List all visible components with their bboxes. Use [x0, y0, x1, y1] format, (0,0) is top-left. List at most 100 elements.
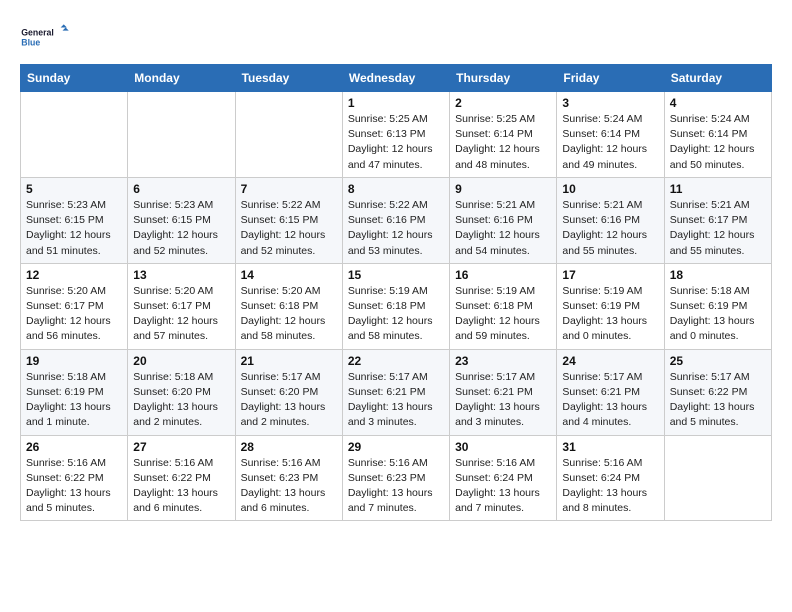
- day-info: Sunrise: 5:16 AM Sunset: 6:24 PM Dayligh…: [562, 456, 658, 517]
- day-number: 15: [348, 268, 444, 282]
- calendar-week-row: 19 Sunrise: 5:18 AM Sunset: 6:19 PM Dayli…: [21, 349, 772, 435]
- column-header-saturday: Saturday: [664, 65, 771, 92]
- day-number: 24: [562, 354, 658, 368]
- day-number: 23: [455, 354, 551, 368]
- day-info: Sunrise: 5:16 AM Sunset: 6:24 PM Dayligh…: [455, 456, 551, 517]
- day-number: 29: [348, 440, 444, 454]
- day-info: Sunrise: 5:22 AM Sunset: 6:15 PM Dayligh…: [241, 198, 337, 259]
- page-header: General Blue: [20, 20, 772, 60]
- calendar-cell: 30 Sunrise: 5:16 AM Sunset: 6:24 PM Dayli…: [450, 435, 557, 521]
- calendar-cell: 10Sunrise: 5:21 AM Sunset: 6:16 PM Dayli…: [557, 177, 664, 263]
- day-number: 20: [133, 354, 229, 368]
- calendar-cell: 1Sunrise: 5:25 AM Sunset: 6:13 PM Daylig…: [342, 92, 449, 178]
- calendar-cell: 21 Sunrise: 5:17 AM Sunset: 6:20 PM Dayli…: [235, 349, 342, 435]
- calendar-cell: 26 Sunrise: 5:16 AM Sunset: 6:22 PM Dayli…: [21, 435, 128, 521]
- calendar-cell: [21, 92, 128, 178]
- calendar-cell: 3 Sunrise: 5:24 AM Sunset: 6:14 PM Daylig…: [557, 92, 664, 178]
- day-info: Sunrise: 5:16 AM Sunset: 6:22 PM Dayligh…: [133, 456, 229, 517]
- day-info: Sunrise: 5:16 AM Sunset: 6:22 PM Dayligh…: [26, 456, 122, 517]
- day-info: Sunrise: 5:18 AM Sunset: 6:20 PM Dayligh…: [133, 370, 229, 431]
- column-header-tuesday: Tuesday: [235, 65, 342, 92]
- calendar-cell: 9 Sunrise: 5:21 AM Sunset: 6:16 PM Daylig…: [450, 177, 557, 263]
- day-number: 19: [26, 354, 122, 368]
- day-number: 8: [348, 182, 444, 196]
- day-info: Sunrise: 5:19 AM Sunset: 6:19 PM Dayligh…: [562, 284, 658, 345]
- calendar-cell: 20 Sunrise: 5:18 AM Sunset: 6:20 PM Dayli…: [128, 349, 235, 435]
- calendar-cell: 7 Sunrise: 5:22 AM Sunset: 6:15 PM Daylig…: [235, 177, 342, 263]
- calendar-cell: 4 Sunrise: 5:24 AM Sunset: 6:14 PM Daylig…: [664, 92, 771, 178]
- day-number: 25: [670, 354, 766, 368]
- calendar-cell: 23 Sunrise: 5:17 AM Sunset: 6:21 PM Dayli…: [450, 349, 557, 435]
- day-number: 4: [670, 96, 766, 110]
- calendar-cell: 18 Sunrise: 5:18 AM Sunset: 6:19 PM Dayli…: [664, 263, 771, 349]
- day-number: 3: [562, 96, 658, 110]
- day-number: 31: [562, 440, 658, 454]
- day-number: 2: [455, 96, 551, 110]
- day-number: 30: [455, 440, 551, 454]
- day-number: 26: [26, 440, 122, 454]
- calendar-cell: 14 Sunrise: 5:20 AM Sunset: 6:18 PM Dayli…: [235, 263, 342, 349]
- day-info: Sunrise: 5:20 AM Sunset: 6:18 PM Dayligh…: [241, 284, 337, 345]
- calendar-cell: 22 Sunrise: 5:17 AM Sunset: 6:21 PM Dayli…: [342, 349, 449, 435]
- calendar-cell: 13 Sunrise: 5:20 AM Sunset: 6:17 PM Dayli…: [128, 263, 235, 349]
- calendar-cell: 2 Sunrise: 5:25 AM Sunset: 6:14 PM Daylig…: [450, 92, 557, 178]
- day-number: 1: [348, 96, 444, 110]
- day-info: Sunrise: 5:22 AM Sunset: 6:16 PM Dayligh…: [348, 198, 444, 259]
- day-info: Sunrise: 5:19 AM Sunset: 6:18 PM Dayligh…: [348, 284, 444, 345]
- day-info: Sunrise: 5:19 AM Sunset: 6:18 PM Dayligh…: [455, 284, 551, 345]
- column-header-wednesday: Wednesday: [342, 65, 449, 92]
- calendar-cell: 15 Sunrise: 5:19 AM Sunset: 6:18 PM Dayli…: [342, 263, 449, 349]
- day-info: Sunrise: 5:25 AM Sunset: 6:14 PM Dayligh…: [455, 112, 551, 173]
- day-number: 5: [26, 182, 122, 196]
- logo-svg: General Blue: [20, 20, 70, 60]
- calendar-cell: 8 Sunrise: 5:22 AM Sunset: 6:16 PM Daylig…: [342, 177, 449, 263]
- day-number: 7: [241, 182, 337, 196]
- calendar-cell: [664, 435, 771, 521]
- day-info: Sunrise: 5:23 AM Sunset: 6:15 PM Dayligh…: [26, 198, 122, 259]
- day-number: 18: [670, 268, 766, 282]
- calendar-cell: 29Sunrise: 5:16 AM Sunset: 6:23 PM Dayli…: [342, 435, 449, 521]
- day-number: 13: [133, 268, 229, 282]
- calendar-cell: [128, 92, 235, 178]
- calendar-cell: 16 Sunrise: 5:19 AM Sunset: 6:18 PM Dayli…: [450, 263, 557, 349]
- day-info: Sunrise: 5:18 AM Sunset: 6:19 PM Dayligh…: [26, 370, 122, 431]
- calendar-cell: 27 Sunrise: 5:16 AM Sunset: 6:22 PM Dayli…: [128, 435, 235, 521]
- day-info: Sunrise: 5:18 AM Sunset: 6:19 PM Dayligh…: [670, 284, 766, 345]
- day-number: 27: [133, 440, 229, 454]
- day-info: Sunrise: 5:20 AM Sunset: 6:17 PM Dayligh…: [133, 284, 229, 345]
- day-number: 14: [241, 268, 337, 282]
- day-number: 9: [455, 182, 551, 196]
- day-info: Sunrise: 5:21 AM Sunset: 6:16 PM Dayligh…: [455, 198, 551, 259]
- calendar-week-row: 1Sunrise: 5:25 AM Sunset: 6:13 PM Daylig…: [21, 92, 772, 178]
- calendar-cell: 28Sunrise: 5:16 AM Sunset: 6:23 PM Dayli…: [235, 435, 342, 521]
- day-info: Sunrise: 5:17 AM Sunset: 6:20 PM Dayligh…: [241, 370, 337, 431]
- column-header-thursday: Thursday: [450, 65, 557, 92]
- day-info: Sunrise: 5:17 AM Sunset: 6:21 PM Dayligh…: [348, 370, 444, 431]
- day-info: Sunrise: 5:20 AM Sunset: 6:17 PM Dayligh…: [26, 284, 122, 345]
- calendar-cell: 25 Sunrise: 5:17 AM Sunset: 6:22 PM Dayli…: [664, 349, 771, 435]
- day-info: Sunrise: 5:21 AM Sunset: 6:17 PM Dayligh…: [670, 198, 766, 259]
- day-info: Sunrise: 5:24 AM Sunset: 6:14 PM Dayligh…: [670, 112, 766, 173]
- day-number: 10: [562, 182, 658, 196]
- day-info: Sunrise: 5:23 AM Sunset: 6:15 PM Dayligh…: [133, 198, 229, 259]
- day-number: 16: [455, 268, 551, 282]
- column-header-sunday: Sunday: [21, 65, 128, 92]
- calendar-cell: 31 Sunrise: 5:16 AM Sunset: 6:24 PM Dayli…: [557, 435, 664, 521]
- svg-text:Blue: Blue: [21, 38, 40, 48]
- day-number: 22: [348, 354, 444, 368]
- column-header-monday: Monday: [128, 65, 235, 92]
- calendar-cell: 5 Sunrise: 5:23 AM Sunset: 6:15 PM Daylig…: [21, 177, 128, 263]
- calendar-cell: 24 Sunrise: 5:17 AM Sunset: 6:21 PM Dayli…: [557, 349, 664, 435]
- svg-text:General: General: [21, 28, 54, 38]
- calendar-header-row: SundayMondayTuesdayWednesdayThursdayFrid…: [21, 65, 772, 92]
- logo: General Blue: [20, 20, 70, 60]
- day-info: Sunrise: 5:24 AM Sunset: 6:14 PM Dayligh…: [562, 112, 658, 173]
- calendar-table: SundayMondayTuesdayWednesdayThursdayFrid…: [20, 64, 772, 521]
- day-info: Sunrise: 5:17 AM Sunset: 6:21 PM Dayligh…: [455, 370, 551, 431]
- day-number: 11: [670, 182, 766, 196]
- day-info: Sunrise: 5:17 AM Sunset: 6:21 PM Dayligh…: [562, 370, 658, 431]
- day-info: Sunrise: 5:17 AM Sunset: 6:22 PM Dayligh…: [670, 370, 766, 431]
- calendar-cell: 17Sunrise: 5:19 AM Sunset: 6:19 PM Dayli…: [557, 263, 664, 349]
- day-number: 21: [241, 354, 337, 368]
- calendar-cell: 11 Sunrise: 5:21 AM Sunset: 6:17 PM Dayli…: [664, 177, 771, 263]
